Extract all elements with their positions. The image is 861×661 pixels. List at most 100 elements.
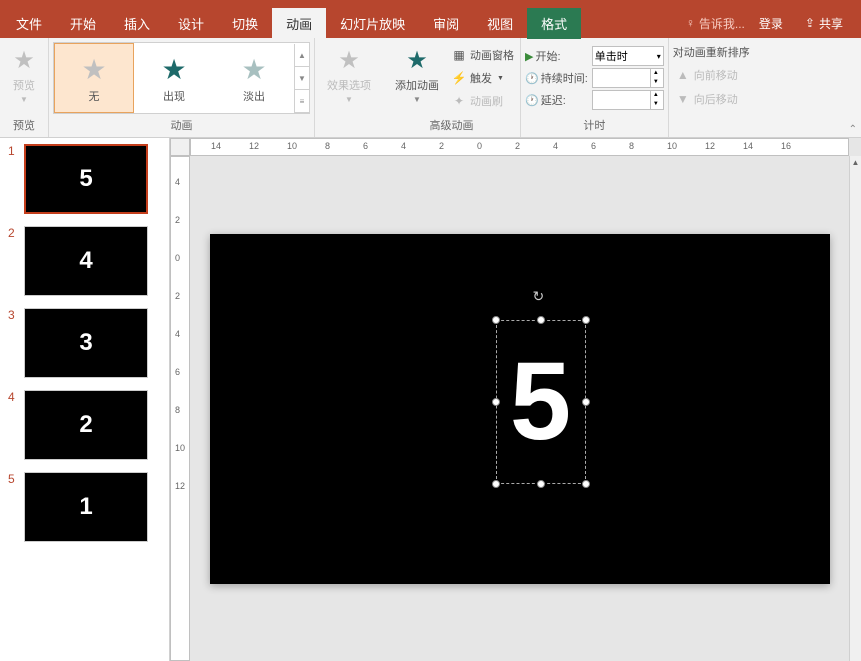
reorder-header: 对动画重新排序 bbox=[673, 44, 750, 62]
slide-content: 1 bbox=[79, 493, 92, 521]
animation-pane-button[interactable]: ▦ 动画窗格 bbox=[449, 44, 516, 66]
preview-button[interactable]: ★ 预览 ▼ bbox=[4, 42, 44, 108]
rotate-handle[interactable]: ↻ bbox=[533, 288, 549, 304]
resize-handle-n[interactable] bbox=[537, 316, 545, 324]
resize-handle-ne[interactable] bbox=[582, 316, 590, 324]
slide-content: 2 bbox=[79, 411, 92, 439]
duration-label: 🕐持续时间: bbox=[525, 70, 588, 86]
scroll-up[interactable]: ▲ bbox=[850, 156, 861, 169]
animation-none[interactable]: ★ 无 bbox=[54, 43, 134, 113]
selection-border bbox=[496, 320, 586, 484]
group-timing: ▶开始: 单击时 ▾ 🕐持续时间: ▲▼ 🕐延迟: ▲▼ 计时 bbox=[521, 38, 669, 137]
tab-design[interactable]: 设计 bbox=[164, 8, 218, 39]
gallery-scroll-up[interactable]: ▲ bbox=[295, 44, 309, 67]
slide-number: 5 bbox=[8, 472, 18, 542]
star-icon: ★ bbox=[161, 53, 186, 86]
slide-thumbnail[interactable]: 1 bbox=[24, 472, 148, 542]
tab-view[interactable]: 视图 bbox=[473, 8, 527, 39]
login-button[interactable]: 登录 bbox=[751, 13, 791, 34]
share-icon: ⇪ bbox=[805, 16, 815, 30]
resize-handle-e[interactable] bbox=[582, 398, 590, 406]
resize-handle-s[interactable] bbox=[537, 480, 545, 488]
tab-insert[interactable]: 插入 bbox=[110, 8, 164, 39]
star-icon: ★ bbox=[13, 46, 35, 75]
animation-pane-label: 动画窗格 bbox=[470, 47, 514, 63]
delay-input[interactable]: ▲▼ bbox=[592, 90, 664, 110]
trigger-label: 触发 bbox=[470, 70, 492, 86]
gallery-more[interactable]: ≡ bbox=[295, 90, 309, 113]
share-label: 共享 bbox=[819, 15, 843, 32]
lightbulb-icon: ♀ bbox=[686, 16, 695, 30]
resize-handle-sw[interactable] bbox=[492, 480, 500, 488]
tab-home[interactable]: 开始 bbox=[56, 8, 110, 39]
ribbon: ★ 预览 ▼ 预览 ★ 无 ★ 出现 ★ bbox=[0, 38, 861, 138]
painter-icon: ✦ bbox=[451, 94, 467, 108]
pane-icon: ▦ bbox=[451, 48, 467, 62]
animation-none-label: 无 bbox=[89, 88, 100, 104]
slide-thumbnail[interactable]: 5 bbox=[24, 144, 148, 214]
slide-thumbnail[interactable]: 4 bbox=[24, 226, 148, 296]
spin-up[interactable]: ▲ bbox=[650, 69, 661, 78]
slide-thumb-4[interactable]: 4 2 bbox=[8, 390, 161, 460]
animation-fade[interactable]: ★ 淡出 bbox=[214, 43, 294, 113]
animation-painter-button[interactable]: ✦ 动画刷 bbox=[449, 90, 516, 112]
clock-icon: 🕐 bbox=[525, 72, 539, 85]
spin-up[interactable]: ▲ bbox=[650, 91, 661, 100]
slide-thumb-1[interactable]: 1 5 bbox=[8, 144, 161, 214]
resize-handle-se[interactable] bbox=[582, 480, 590, 488]
tab-review[interactable]: 审阅 bbox=[419, 8, 473, 39]
slide-thumb-3[interactable]: 3 3 bbox=[8, 308, 161, 378]
group-preview: ★ 预览 ▼ 预览 bbox=[0, 38, 49, 137]
group-animation-label: 动画 bbox=[53, 115, 310, 135]
resize-handle-w[interactable] bbox=[492, 398, 500, 406]
tab-transitions[interactable]: 切换 bbox=[218, 8, 272, 39]
slide-thumbnail[interactable]: 3 bbox=[24, 308, 148, 378]
slide-number: 3 bbox=[8, 308, 18, 378]
tab-file[interactable]: 文件 bbox=[2, 8, 56, 39]
animation-appear[interactable]: ★ 出现 bbox=[134, 43, 214, 113]
textbox-selected[interactable]: ↻ 5 bbox=[496, 320, 586, 484]
spin-down[interactable]: ▼ bbox=[650, 100, 661, 109]
duration-input[interactable]: ▲▼ bbox=[592, 68, 664, 88]
vertical-scrollbar[interactable]: ▲ bbox=[849, 156, 861, 661]
tab-format[interactable]: 格式 bbox=[527, 8, 581, 39]
horizontal-ruler[interactable]: 14121086420246810121416 bbox=[190, 138, 849, 156]
slide-thumb-2[interactable]: 2 4 bbox=[8, 226, 161, 296]
slide-thumbnail[interactable]: 2 bbox=[24, 390, 148, 460]
editor: 14121086420246810121416 42024681012 ▲ ↻ bbox=[170, 138, 861, 661]
tell-me-box[interactable]: ♀ 告诉我... bbox=[686, 15, 745, 32]
tab-animations[interactable]: 动画 bbox=[272, 8, 326, 39]
trigger-button[interactable]: ⚡ 触发 ▼ bbox=[449, 67, 516, 89]
group-advanced: ★ 添加动画 ▼ ▦ 动画窗格 ⚡ 触发 ▼ ✦ 动画刷 高 bbox=[383, 38, 521, 137]
move-earlier-button[interactable]: ▲ 向前移动 bbox=[673, 64, 750, 86]
star-plus-icon: ★ bbox=[406, 46, 428, 75]
start-dropdown[interactable]: 单击时 ▾ bbox=[592, 46, 664, 66]
main-area: 1 5 2 4 3 3 4 2 5 1 14121086420246810121… bbox=[0, 138, 861, 661]
ribbon-tabs: 文件 开始 插入 设计 切换 动画 幻灯片放映 审阅 视图 格式 ♀ 告诉我..… bbox=[0, 8, 861, 38]
animation-fade-label: 淡出 bbox=[243, 88, 265, 104]
start-value: 单击时 bbox=[595, 48, 628, 64]
group-options-spacer bbox=[319, 119, 379, 135]
add-animation-button[interactable]: ★ 添加动画 ▼ bbox=[387, 42, 447, 108]
group-reorder-spacer bbox=[673, 119, 750, 135]
collapse-ribbon[interactable]: ⌃ bbox=[845, 122, 861, 137]
tab-slideshow[interactable]: 幻灯片放映 bbox=[326, 8, 419, 39]
share-button[interactable]: ⇪ 共享 bbox=[797, 13, 851, 34]
slide-panel[interactable]: 1 5 2 4 3 3 4 2 5 1 bbox=[0, 138, 170, 661]
move-later-button[interactable]: ▼ 向后移动 bbox=[673, 88, 750, 110]
slide-thumb-5[interactable]: 5 1 bbox=[8, 472, 161, 542]
resize-handle-nw[interactable] bbox=[492, 316, 500, 324]
tell-me-label: 告诉我... bbox=[699, 15, 745, 32]
vertical-ruler[interactable]: 42024681012 bbox=[170, 156, 190, 661]
spin-down[interactable]: ▼ bbox=[650, 78, 661, 87]
preview-label: 预览 bbox=[13, 77, 35, 93]
dropdown-icon: ▼ bbox=[497, 75, 504, 82]
effect-options-button[interactable]: ★ 效果选项 ▼ bbox=[319, 42, 379, 108]
group-preview-label: 预览 bbox=[4, 115, 44, 135]
slide-canvas[interactable]: ↻ 5 bbox=[210, 234, 830, 584]
ruler-corner bbox=[170, 138, 190, 156]
gallery-scroll-down[interactable]: ▼ bbox=[295, 67, 309, 90]
dropdown-icon: ▼ bbox=[20, 95, 28, 104]
delay-label: 🕐延迟: bbox=[525, 92, 588, 108]
canvas-holder: ↻ 5 bbox=[190, 156, 849, 661]
